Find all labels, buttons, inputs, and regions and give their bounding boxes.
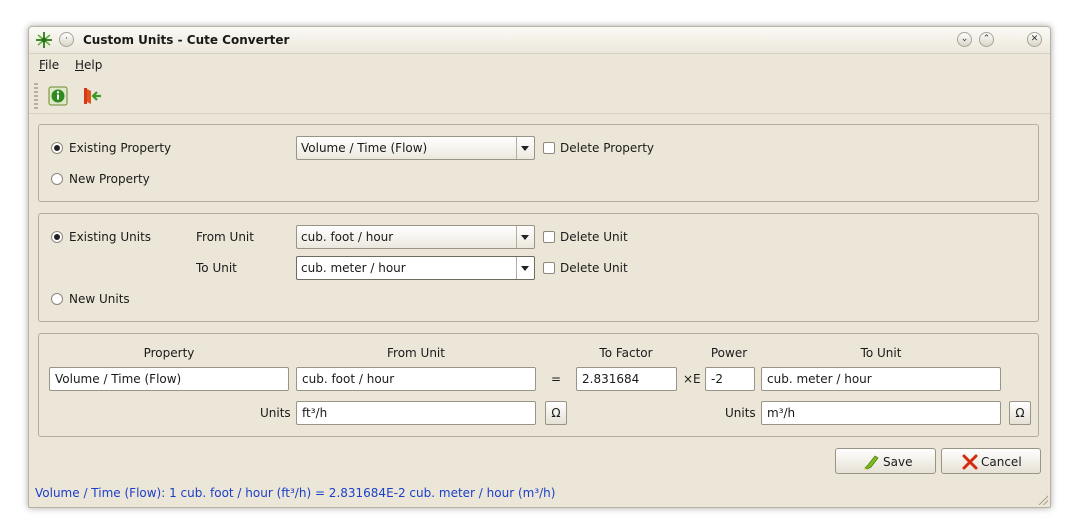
cancel-button[interactable]: Cancel [941,448,1041,474]
to-unit-name-input[interactable]: cub. meter / hour [761,367,1001,391]
new-units-label: New Units [69,292,130,306]
window-menu-icon[interactable]: · [59,32,74,47]
from-unit-name-input[interactable]: cub. foot / hour [296,367,536,391]
to-unit-select[interactable]: cub. meter / hour [296,256,535,280]
new-property-label: New Property [69,172,150,186]
equals-sign: = [551,372,562,386]
to-factor-header: To Factor [599,346,653,360]
existing-units-radio[interactable] [51,231,63,243]
from-unit-select-value: cub. foot / hour [301,230,394,244]
property-name-input[interactable]: Volume / Time (Flow) [49,367,289,391]
exit-icon[interactable] [81,85,103,107]
chevron-down-icon[interactable] [516,137,534,159]
unit-editor-group: Property From Unit To Factor Power To Un… [38,333,1039,437]
to-units-label: Units [725,406,756,420]
cancel-button-label: Cancel [981,455,1022,469]
to-factor-input[interactable]: 2.831684 [576,367,677,391]
delete-to-unit-checkbox[interactable] [543,262,555,274]
save-button[interactable]: Save [835,448,936,474]
status-message: Volume / Time (Flow): 1 cub. foot / hour… [35,486,556,500]
times-e-label: ×E [683,372,701,386]
to-symbol-omega-button[interactable]: Ω [1009,401,1031,425]
units-group: Existing Units From Unit cub. foot / hou… [38,213,1039,322]
window-title: Custom Units - Cute Converter [83,33,290,47]
minimize-icon[interactable]: ⌄ [957,32,972,47]
property-header: Property [143,346,195,360]
existing-property-radio[interactable] [51,142,63,154]
from-symbol-input[interactable]: ft³/h [296,401,536,425]
from-unit-label: From Unit [196,230,254,244]
toolbar-grip[interactable] [34,83,38,109]
existing-units-label: Existing Units [69,230,152,244]
to-unit-header: To Unit [860,346,902,360]
power-header: Power [710,346,748,360]
info-icon[interactable] [47,85,69,107]
property-group: Existing Property New Property Volume / … [38,124,1039,202]
app-icon [36,32,52,48]
save-button-label: Save [883,455,913,469]
cancel-icon [962,454,978,470]
existing-property-label: Existing Property [69,141,172,155]
delete-from-unit-checkbox[interactable] [543,231,555,243]
delete-to-unit-label: Delete Unit [560,261,628,275]
resize-grip-icon[interactable] [1036,493,1048,505]
from-symbol-omega-button[interactable]: Ω [545,401,567,425]
main-window: · Custom Units - Cute Converter ⌄ ⌃ ✕ Fi… [28,26,1051,508]
menu-bar: File Help [29,54,1050,76]
new-units-radio[interactable] [51,293,63,305]
chevron-down-icon[interactable] [516,226,534,248]
delete-property-checkbox[interactable] [543,142,555,154]
from-unit-select[interactable]: cub. foot / hour [296,225,535,249]
close-icon[interactable]: ✕ [1027,32,1042,47]
menu-file[interactable]: File [39,58,59,72]
to-unit-select-value: cub. meter / hour [301,261,406,275]
power-input[interactable]: -2 [705,367,755,391]
delete-property-label: Delete Property [560,141,655,155]
toolbar [29,79,1050,114]
from-unit-header: From Unit [387,346,445,360]
to-unit-label: To Unit [196,261,237,275]
save-icon [864,455,879,470]
maximize-icon[interactable]: ⌃ [979,32,994,47]
delete-from-unit-label: Delete Unit [560,230,628,244]
title-bar[interactable]: · Custom Units - Cute Converter ⌄ ⌃ ✕ [29,27,1050,54]
menu-help[interactable]: Help [75,58,102,72]
new-property-radio[interactable] [51,173,63,185]
chevron-down-icon[interactable] [516,257,534,279]
from-units-label: Units [260,406,291,420]
property-select-value: Volume / Time (Flow) [301,141,428,155]
to-symbol-input[interactable]: m³/h [761,401,1001,425]
property-select[interactable]: Volume / Time (Flow) [296,136,535,160]
